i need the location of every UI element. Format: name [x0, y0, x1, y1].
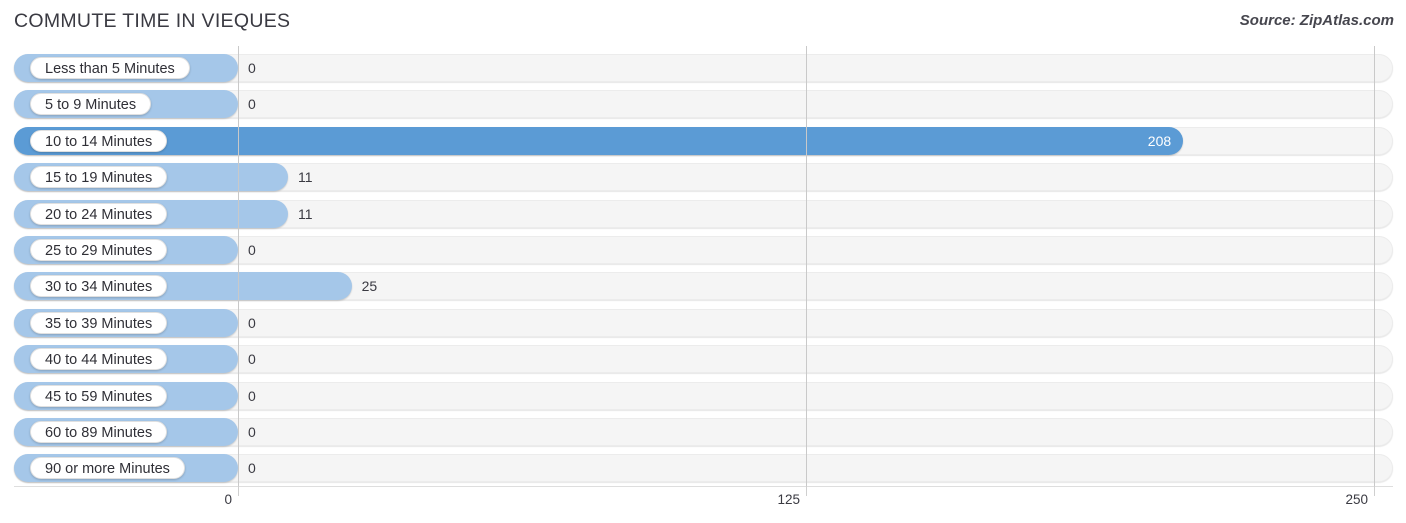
bar-value-label: 0 — [248, 387, 256, 404]
bar-value-label: 0 — [248, 351, 256, 368]
bar-value-label: 208 — [1147, 132, 1172, 149]
bar-row[interactable]: 208 10 to 14 Minutes — [14, 126, 1393, 155]
bar-value-label: 0 — [248, 314, 256, 331]
bar-row[interactable]: 0 Less than 5 Minutes — [14, 54, 1393, 82]
bar-row[interactable]: 11 20 to 24 Minutes — [14, 199, 1393, 228]
axis-tick-label-0: 0 — [224, 492, 232, 507]
bar-value-label: 11 — [297, 205, 313, 222]
bar-category-label: 90 or more Minutes — [30, 457, 185, 480]
bar-value-label: 0 — [248, 96, 256, 113]
bar-row[interactable]: 0 35 to 39 Minutes — [14, 308, 1393, 337]
bar-category-label: 25 to 29 Minutes — [30, 239, 168, 261]
bar-category-label: 45 to 59 Minutes — [30, 384, 168, 407]
bar-category-label: Less than 5 Minutes — [30, 57, 190, 79]
source-attribution: Source: ZipAtlas.com — [1239, 12, 1394, 29]
bar-value-label: 0 — [248, 460, 256, 477]
bar-row[interactable]: 0 60 to 89 Minutes — [14, 418, 1393, 446]
bar-category-label: 5 to 9 Minutes — [30, 93, 152, 116]
axis-tick-mark — [238, 486, 239, 496]
axis-line — [14, 486, 1393, 487]
bar-row[interactable]: 0 25 to 29 Minutes — [14, 236, 1393, 264]
bar-category-label: 15 to 19 Minutes — [30, 166, 168, 189]
bar[interactable]: 208 — [14, 126, 1184, 155]
bar-value-label: 0 — [248, 242, 256, 258]
bar-category-label: 60 to 89 Minutes — [30, 421, 168, 443]
bar-value-label: 0 — [248, 424, 256, 440]
bar-value-label: 11 — [297, 169, 313, 186]
bar-row[interactable]: 0 40 to 44 Minutes — [14, 345, 1393, 374]
bar-value-label: 25 — [361, 278, 378, 295]
bar-category-label: 35 to 39 Minutes — [30, 311, 168, 334]
bar-value-label: 0 — [248, 60, 256, 76]
bar-row[interactable]: 0 90 or more Minutes — [14, 454, 1393, 483]
bar-row[interactable]: 25 30 to 34 Minutes — [14, 272, 1393, 301]
gridline-125 — [806, 46, 807, 486]
gridline-0 — [238, 46, 239, 486]
bar-row[interactable]: 0 5 to 9 Minutes — [14, 90, 1393, 119]
axis-tick-mark — [1374, 486, 1375, 496]
bar-category-label: 40 to 44 Minutes — [30, 348, 168, 371]
chart-header: COMMUTE TIME IN VIEQUES Source: ZipAtlas… — [0, 0, 1406, 46]
axis-tick-mark — [806, 486, 807, 496]
page-title: COMMUTE TIME IN VIEQUES — [14, 10, 291, 32]
axis-tick-label-125: 125 — [777, 492, 800, 507]
bar-row[interactable]: 0 45 to 59 Minutes — [14, 381, 1393, 410]
bar-category-label: 30 to 34 Minutes — [30, 275, 168, 298]
bar-row[interactable]: 11 15 to 19 Minutes — [14, 163, 1393, 192]
axis-tick-label-250: 250 — [1345, 492, 1368, 507]
x-axis: 0 125 250 — [0, 486, 1406, 523]
bar-category-label: 10 to 14 Minutes — [30, 129, 168, 152]
gridline-250 — [1374, 46, 1375, 486]
bar-category-label: 20 to 24 Minutes — [30, 202, 168, 225]
chart-plot-area: 0 Less than 5 Minutes 0 5 to 9 Minutes 208 10… — [0, 46, 1406, 486]
